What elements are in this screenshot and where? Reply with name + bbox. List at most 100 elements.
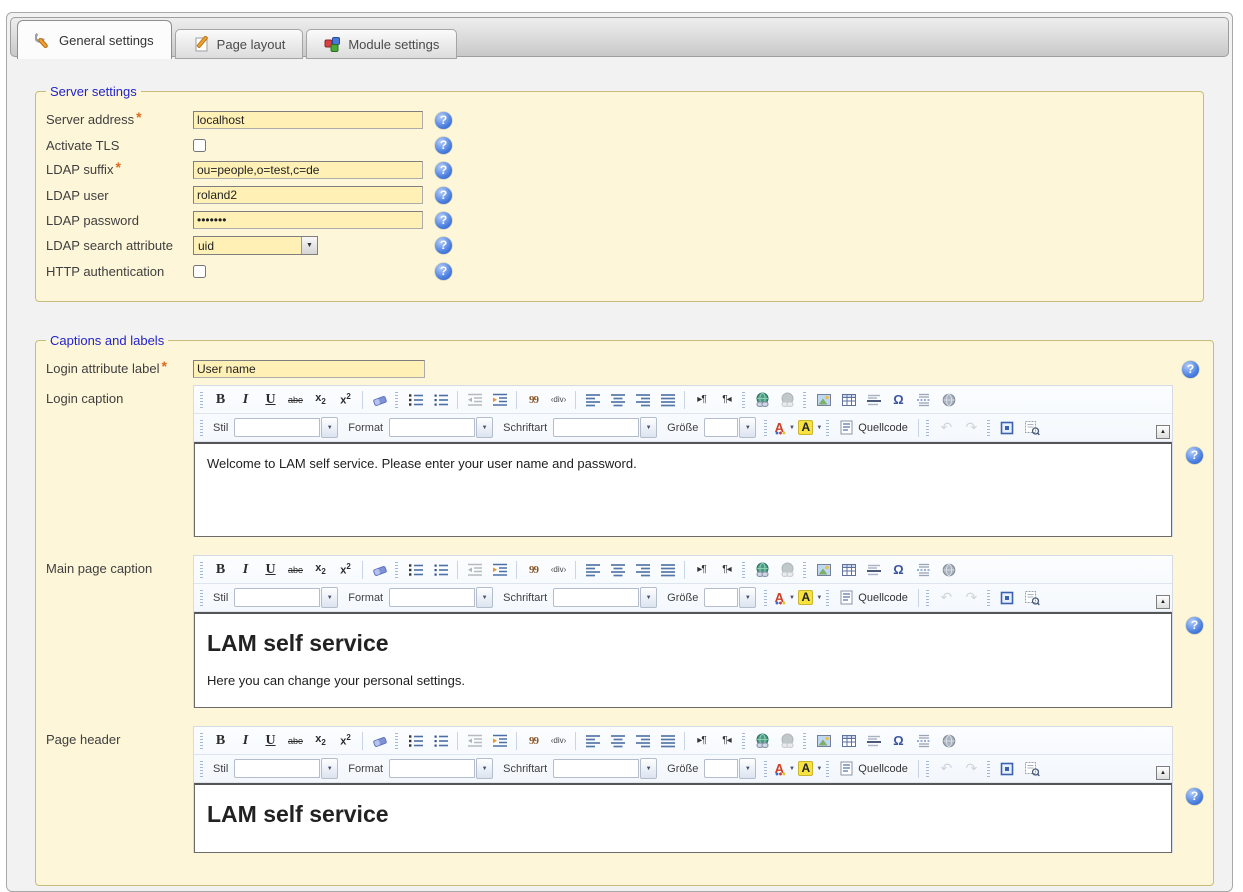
bulleted-list-button[interactable] (429, 559, 452, 581)
server-address-input[interactable] (193, 111, 423, 129)
ldap-search-attribute-select[interactable]: uid ▼ (193, 236, 318, 255)
horizontal-rule-button[interactable] (862, 559, 885, 581)
subscript-button[interactable]: x2 (309, 730, 332, 752)
chevron-down-icon[interactable]: ▼ (640, 758, 657, 779)
align-left-button[interactable] (581, 559, 604, 581)
show-blocks-button[interactable] (1021, 587, 1044, 609)
help-icon[interactable]: ? (435, 263, 452, 280)
format-combo[interactable]: Format ▼ (348, 758, 493, 779)
blockquote-button[interactable]: 99 (522, 389, 545, 411)
help-icon[interactable]: ? (435, 187, 452, 204)
size-combo[interactable]: Größe ▼ (667, 587, 756, 608)
link-button[interactable] (751, 559, 774, 581)
show-blocks-button[interactable] (1021, 758, 1044, 780)
link-button[interactable] (751, 389, 774, 411)
style-combo-value[interactable] (234, 759, 320, 778)
align-center-button[interactable] (606, 559, 629, 581)
align-left-button[interactable] (581, 730, 604, 752)
chevron-down-icon[interactable]: ▼ (476, 417, 493, 438)
blockquote-button[interactable]: 99 (522, 730, 545, 752)
align-right-button[interactable] (631, 730, 654, 752)
chevron-down-icon[interactable]: ▼ (476, 758, 493, 779)
scroll-up-button[interactable]: ▲ (1156, 766, 1170, 780)
size-combo[interactable]: Größe ▼ (667, 758, 756, 779)
chevron-down-icon[interactable]: ▼ (321, 758, 338, 779)
style-combo-value[interactable] (234, 588, 320, 607)
bidi-ltr-button[interactable]: ▸¶ (690, 730, 713, 752)
superscript-button[interactable]: x2 (334, 389, 357, 411)
ldap-password-input[interactable] (193, 211, 423, 229)
bidi-rtl-button[interactable]: ¶◂ (715, 730, 738, 752)
background-color-button[interactable]: A ▼ (798, 758, 822, 780)
table-button[interactable] (837, 730, 860, 752)
bidi-ltr-button[interactable]: ▸¶ (690, 559, 713, 581)
italic-button[interactable]: I (234, 559, 257, 581)
style-combo[interactable]: Stil ▼ (213, 758, 338, 779)
justify-button[interactable] (656, 389, 679, 411)
tab-module-settings[interactable]: Module settings (306, 29, 457, 59)
chevron-down-icon[interactable]: ▼ (321, 587, 338, 608)
page-break-button[interactable] (912, 559, 935, 581)
align-center-button[interactable] (606, 389, 629, 411)
size-combo-value[interactable] (704, 418, 738, 437)
login-caption-content[interactable]: Welcome to LAM self service. Please ente… (194, 442, 1172, 537)
font-combo[interactable]: Schriftart ▼ (503, 758, 657, 779)
activate-tls-checkbox[interactable] (193, 139, 206, 152)
source-button[interactable]: Quellcode (834, 758, 914, 780)
special-character-button[interactable]: Ω (887, 559, 910, 581)
help-icon[interactable]: ? (435, 112, 452, 129)
special-character-button[interactable]: Ω (887, 389, 910, 411)
help-icon[interactable]: ? (435, 137, 452, 154)
show-blocks-button[interactable] (1021, 417, 1044, 439)
image-button[interactable] (812, 389, 835, 411)
tab-general-settings[interactable]: General settings (17, 20, 172, 59)
strikethrough-button[interactable]: abe (284, 389, 307, 411)
bidi-rtl-button[interactable]: ¶◂ (715, 389, 738, 411)
style-combo-value[interactable] (234, 418, 320, 437)
format-combo[interactable]: Format ▼ (348, 587, 493, 608)
remove-format-button[interactable] (368, 730, 391, 752)
ldap-user-input[interactable] (193, 186, 423, 204)
style-combo[interactable]: Stil ▼ (213, 587, 338, 608)
blockquote-button[interactable]: 99 (522, 559, 545, 581)
justify-button[interactable] (656, 559, 679, 581)
maximize-button[interactable] (996, 587, 1019, 609)
div-container-button[interactable]: ‹div› (547, 389, 570, 411)
help-icon[interactable]: ? (1182, 361, 1199, 378)
text-color-button[interactable]: A ▼ (773, 758, 796, 780)
bidi-ltr-button[interactable]: ▸¶ (690, 389, 713, 411)
remove-format-button[interactable] (368, 559, 391, 581)
format-combo[interactable]: Format ▼ (348, 417, 493, 438)
indent-button[interactable] (488, 389, 511, 411)
align-right-button[interactable] (631, 389, 654, 411)
chevron-down-icon[interactable]: ▼ (739, 587, 756, 608)
chevron-down-icon[interactable]: ▼ (476, 587, 493, 608)
bulleted-list-button[interactable] (429, 730, 452, 752)
numbered-list-button[interactable] (404, 730, 427, 752)
bold-button[interactable]: B (209, 389, 232, 411)
page-header-content[interactable]: LAM self service (194, 783, 1172, 853)
maximize-button[interactable] (996, 758, 1019, 780)
indent-button[interactable] (488, 730, 511, 752)
main-page-caption-content[interactable]: LAM self service Here you can change you… (194, 612, 1172, 708)
page-break-button[interactable] (912, 389, 935, 411)
ldap-suffix-input[interactable] (193, 161, 423, 179)
bold-button[interactable]: B (209, 559, 232, 581)
chevron-down-icon[interactable]: ▼ (739, 417, 756, 438)
chevron-down-icon[interactable]: ▼ (301, 237, 317, 254)
help-icon[interactable]: ? (435, 162, 452, 179)
div-container-button[interactable]: ‹div› (547, 559, 570, 581)
tab-page-layout[interactable]: Page layout (175, 29, 304, 59)
maximize-button[interactable] (996, 417, 1019, 439)
help-icon[interactable]: ? (435, 212, 452, 229)
style-combo[interactable]: Stil ▼ (213, 417, 338, 438)
chevron-down-icon[interactable]: ▼ (739, 758, 756, 779)
help-icon[interactable]: ? (435, 237, 452, 254)
italic-button[interactable]: I (234, 389, 257, 411)
format-combo-value[interactable] (389, 418, 475, 437)
text-color-button[interactable]: A ▼ (773, 587, 796, 609)
italic-button[interactable]: I (234, 730, 257, 752)
underline-button[interactable]: U (259, 389, 282, 411)
chevron-down-icon[interactable]: ▼ (640, 417, 657, 438)
image-button[interactable] (812, 730, 835, 752)
